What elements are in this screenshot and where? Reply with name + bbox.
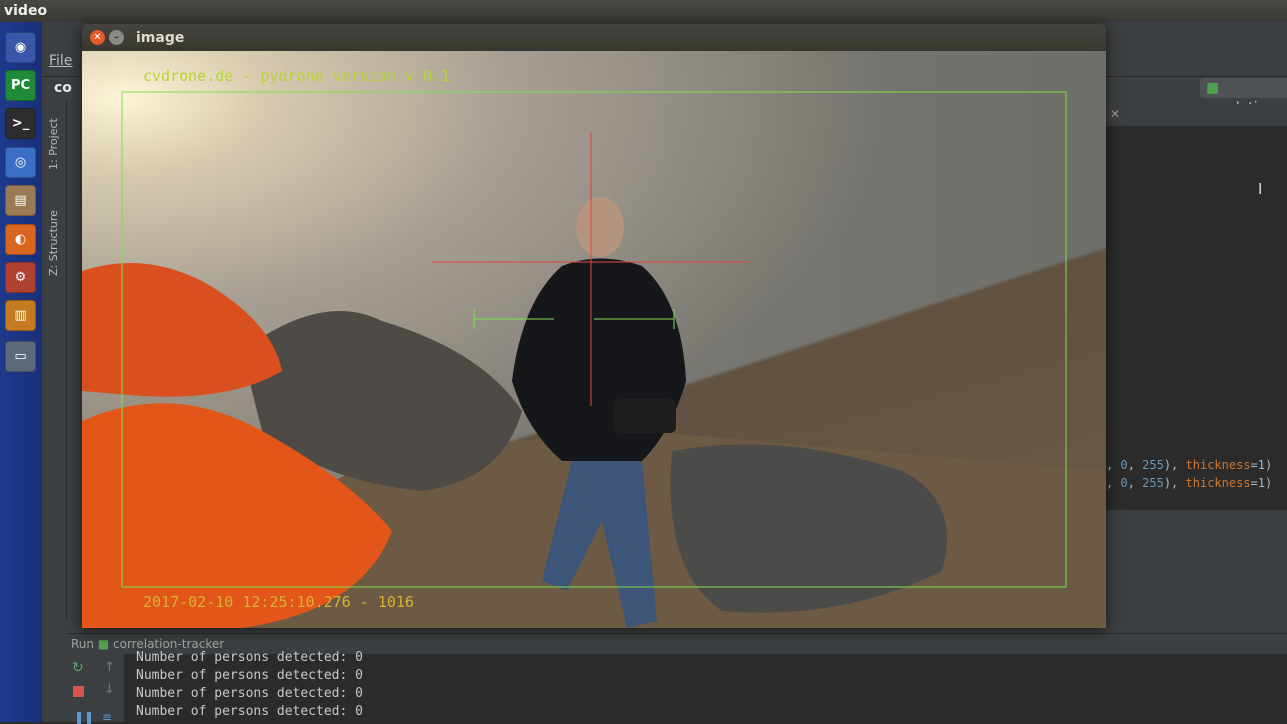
code-line: , 0, 255), thickness=1) xyxy=(1106,458,1273,472)
person-head xyxy=(576,197,624,257)
drive-icon[interactable]: ▭ xyxy=(5,341,36,372)
vr-headset xyxy=(614,399,676,433)
settings-icon[interactable]: ⚙ xyxy=(5,262,36,293)
stop-icon[interactable] xyxy=(73,686,84,697)
code-line: , 0, 255), thickness=1) xyxy=(1106,476,1273,490)
run-config-name[interactable]: correlation-tracker xyxy=(113,637,224,651)
app-title: video xyxy=(4,3,48,19)
files-icon[interactable]: ▤ xyxy=(5,185,36,216)
image-window-titlebar[interactable]: ✕ – image xyxy=(82,24,1106,51)
chromium-icon[interactable]: ◎ xyxy=(5,147,36,178)
close-window-icon[interactable]: ✕ xyxy=(90,30,105,45)
console-line: Number of persons detected: 0 xyxy=(136,686,363,701)
orange-beanbag xyxy=(82,263,282,397)
tool-window-strip xyxy=(42,100,67,620)
system-top-bar: video xyxy=(0,0,1287,22)
dash-icon[interactable]: ◉ xyxy=(5,32,36,63)
overlay-header: cvdrone.de - pydrone version v 0.1 xyxy=(143,67,451,85)
text-cursor-icon: I xyxy=(1258,180,1263,198)
image-window-title: image xyxy=(136,30,185,46)
console-line: Number of persons detected: 0 xyxy=(136,704,363,719)
minimize-window-icon[interactable]: – xyxy=(109,30,124,45)
tab-structure[interactable]: Z: Structure xyxy=(47,210,60,276)
pycharm-icon[interactable]: PC xyxy=(5,70,36,101)
python-run-icon: ■ xyxy=(97,637,110,651)
console-line: Number of persons detected: 0 xyxy=(136,668,363,683)
scroll-down-icon[interactable]: ↓ xyxy=(104,682,115,697)
python-file-icon: ■ xyxy=(1206,80,1220,96)
run-label: Run xyxy=(71,637,95,651)
editor-tabbar: ✕ xyxy=(1106,104,1287,126)
rerun-icon[interactable]: ↻ xyxy=(72,660,84,676)
archive-icon[interactable]: ▥ xyxy=(5,300,36,331)
video-scene xyxy=(82,91,1106,628)
editor-tab[interactable]: ■ correlatio xyxy=(1200,78,1287,116)
terminal-icon[interactable]: >_ xyxy=(5,108,36,139)
close-tab-icon[interactable]: ✕ xyxy=(1110,107,1120,121)
firefox-icon[interactable]: ◐ xyxy=(5,224,36,255)
overlay-timestamp: 2017-02-10 12:25:10.276 - 1016 xyxy=(143,593,414,611)
file-menu[interactable]: File xyxy=(49,53,72,69)
video-frame: cvdrone.de - pydrone version v 0.1 2017-… xyxy=(82,51,1106,628)
console-line: Number of persons detected: 0 xyxy=(136,650,363,665)
breadcrumb[interactable]: co xyxy=(54,80,72,96)
scroll-up-icon[interactable]: ↑ xyxy=(104,660,115,675)
tab-project[interactable]: 1: Project xyxy=(47,118,60,170)
run-toolbar: ↻ ↑ ↓ ❚❚ ≡ xyxy=(66,654,124,724)
image-window[interactable]: ✕ – image cvdrone.de - pydrone version v… xyxy=(82,24,1106,628)
